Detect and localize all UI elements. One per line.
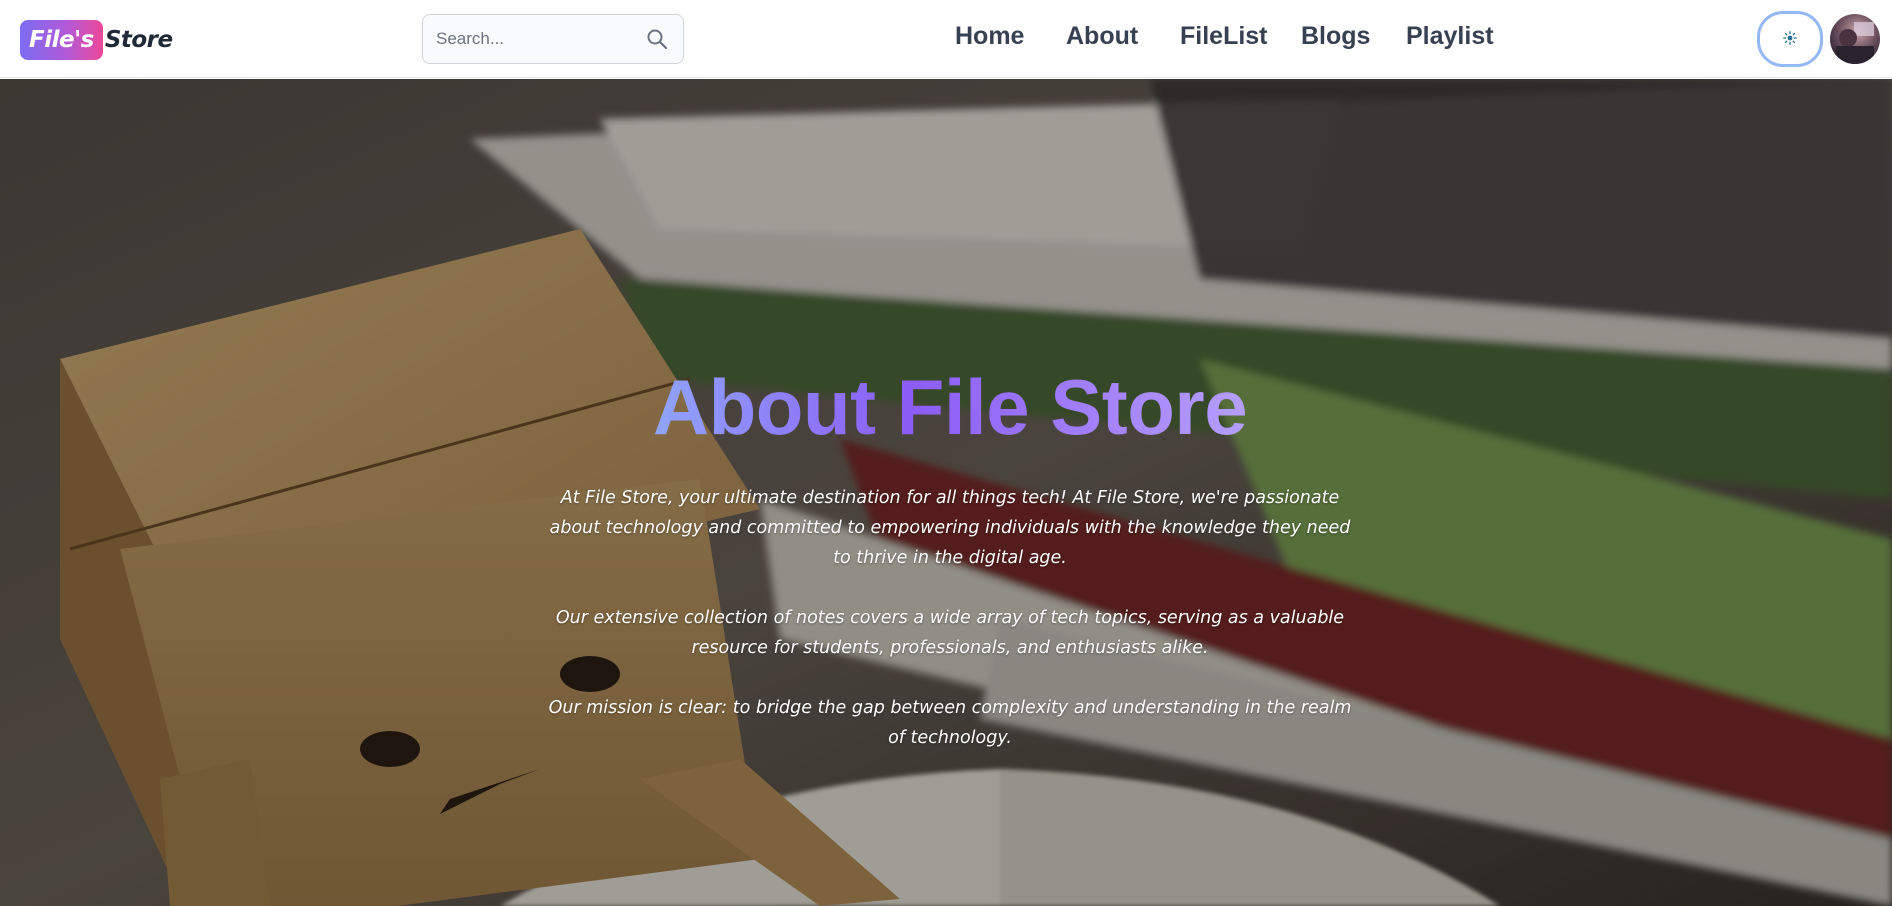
nav-home[interactable]: Home	[955, 22, 1024, 51]
hero-content: About File Store At File Store, your ult…	[540, 359, 1360, 753]
brand-logo[interactable]: File's Store	[20, 20, 173, 60]
nav-about[interactable]: About	[1066, 22, 1138, 51]
theme-toggle-button[interactable]	[1757, 11, 1823, 67]
brand-badge: File's	[20, 20, 103, 60]
brand-name: Store	[104, 27, 173, 53]
nav-blogs[interactable]: Blogs	[1301, 22, 1370, 51]
hero-title: About File Store	[540, 359, 1360, 457]
nav-playlist[interactable]: Playlist	[1406, 22, 1494, 51]
search-box	[422, 14, 684, 64]
hero-paragraph: Our extensive collection of notes covers…	[555, 607, 1345, 658]
sun-icon	[1783, 30, 1797, 48]
search-input[interactable]	[423, 15, 643, 63]
nav-filelist[interactable]: FileList	[1180, 22, 1268, 51]
hero-paragraph: At File Store, your ultimate destination…	[549, 487, 1351, 568]
navbar: File's Store Home About FileList Blogs P…	[0, 0, 1892, 78]
hero-section: About File Store At File Store, your ult…	[0, 79, 1892, 906]
user-avatar[interactable]	[1830, 14, 1880, 64]
hero-paragraph: Our mission is clear: to bridge the gap …	[548, 697, 1352, 748]
search-icon[interactable]	[645, 27, 669, 51]
